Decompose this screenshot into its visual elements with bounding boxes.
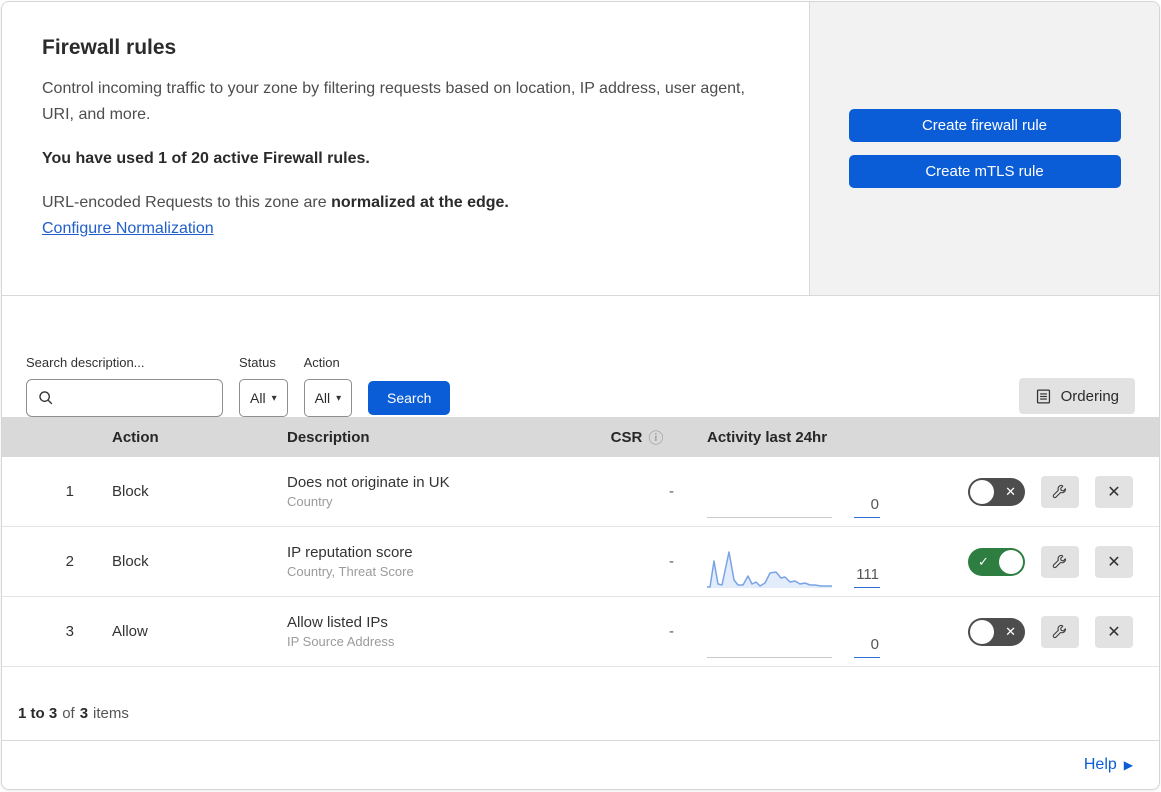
rule-controls: ✓ ✕: [922, 545, 1159, 578]
help-label: Help: [1083, 756, 1117, 773]
ordering-label: Ordering: [1060, 387, 1119, 405]
actions-panel: Create firewall rule Create mTLS rule: [809, 2, 1159, 295]
configure-rule-button[interactable]: [1041, 545, 1079, 578]
rule-csr-value: -: [669, 483, 674, 500]
status-value: All: [250, 390, 266, 406]
activity-sparkline-flat: [707, 480, 832, 518]
activity-count-link[interactable]: 0: [854, 636, 880, 658]
wrench-icon: [1052, 484, 1066, 498]
usage-summary: You have used 1 of 20 active Firewall ru…: [42, 149, 370, 167]
normalization-bold: normalized at the edge.: [331, 193, 509, 211]
rule-enabled-toggle[interactable]: ✕: [968, 617, 1025, 646]
rule-action: Block: [112, 483, 149, 500]
activity-count-link[interactable]: 0: [854, 496, 880, 518]
table-row: 2 Block IP reputation score Country, Thr…: [2, 527, 1159, 597]
close-icon: ✕: [1107, 623, 1121, 641]
rule-priority: 1: [65, 483, 74, 500]
rule-csr-value: -: [669, 623, 674, 640]
column-description: Description: [287, 428, 370, 446]
delete-rule-button[interactable]: ✕: [1095, 615, 1133, 648]
ordering-button[interactable]: Ordering: [1018, 378, 1135, 414]
status-dropdown[interactable]: All ▾: [239, 379, 288, 417]
column-activity: Activity last 24hr: [707, 428, 828, 446]
rule-description: Allow listed IPs: [287, 614, 388, 631]
rule-fields: Country: [287, 494, 333, 509]
toggle-knob: [970, 479, 994, 504]
items-label: items: [93, 705, 129, 722]
rule-priority: 3: [65, 623, 74, 640]
configure-normalization-link[interactable]: Configure Normalization: [42, 220, 214, 237]
action-value: All: [314, 390, 331, 406]
items-total: 3: [79, 705, 89, 722]
arrow-right-icon: ▶: [1123, 758, 1133, 772]
wrench-icon: [1052, 624, 1066, 638]
create-mtls-rule-button[interactable]: Create mTLS rule: [848, 155, 1121, 188]
search-button[interactable]: Search: [368, 381, 451, 415]
help-link[interactable]: Help ▶: [1084, 756, 1133, 774]
page-description: Control incoming traffic to your zone by…: [42, 80, 745, 123]
rule-description: IP reputation score: [287, 544, 413, 561]
status-label: Status: [239, 355, 276, 370]
toggle-knob: [999, 549, 1023, 574]
close-icon: ✕: [1107, 553, 1121, 571]
rule-enabled-toggle[interactable]: ✕: [968, 477, 1025, 506]
delete-rule-button[interactable]: ✕: [1095, 475, 1133, 508]
header-text-block: Firewall rules Control incoming traffic …: [2, 2, 809, 295]
table-row: 1 Block Does not originate in UK Country…: [2, 457, 1159, 527]
pagination-summary: 1 to 3 of 3 items: [2, 667, 1159, 741]
search-icon: [39, 391, 53, 405]
x-icon: ✕: [1005, 483, 1016, 499]
action-dropdown[interactable]: All ▾: [303, 379, 353, 417]
configure-rule-button[interactable]: [1041, 475, 1079, 508]
create-firewall-rule-button[interactable]: Create firewall rule: [848, 109, 1121, 142]
page-header: Firewall rules Control incoming traffic …: [2, 2, 1159, 296]
configure-rule-button[interactable]: [1041, 615, 1079, 648]
help-bar: Help ▶: [2, 741, 1159, 789]
close-icon: ✕: [1107, 483, 1121, 501]
table-row: 3 Allow Allow listed IPs IP Source Addre…: [2, 597, 1159, 667]
activity-sparkline: [707, 550, 832, 588]
rule-activity-cell: 0: [692, 606, 922, 658]
rule-fields: IP Source Address: [287, 634, 395, 649]
rule-enabled-toggle[interactable]: ✓: [968, 547, 1025, 576]
items-range: 1 to 3: [18, 705, 58, 722]
search-input[interactable]: [26, 379, 223, 417]
rule-description-cell: IP reputation score Country, Threat Scor…: [262, 544, 582, 579]
normalization-note: URL-encoded Requests to this zone are no…: [42, 194, 769, 212]
x-icon: ✕: [1005, 623, 1016, 639]
list-icon: [1036, 388, 1050, 404]
search-label: Search description...: [26, 355, 145, 370]
rule-fields: Country, Threat Score: [287, 564, 414, 579]
chevron-down-icon: ▾: [271, 392, 277, 404]
chevron-down-icon: ▾: [336, 392, 342, 404]
action-label: Action: [303, 355, 340, 370]
rule-activity-cell: 111: [692, 536, 922, 588]
rule-description: Does not originate in UK: [287, 474, 450, 491]
rule-action: Allow: [112, 623, 148, 640]
rule-controls: ✕ ✕: [922, 475, 1159, 508]
info-icon[interactable]: ⓘ: [648, 427, 663, 448]
table-header: Action Description CSR ⓘ Activity last 2…: [2, 417, 1159, 457]
rule-description-cell: Allow listed IPs IP Source Address: [262, 614, 582, 649]
delete-rule-button[interactable]: ✕: [1095, 545, 1133, 578]
activity-count-link[interactable]: 111: [854, 566, 880, 588]
rule-activity-cell: 0: [692, 466, 922, 518]
rule-controls: ✕ ✕: [922, 615, 1159, 648]
rule-action: Block: [112, 553, 149, 570]
wrench-icon: [1052, 554, 1066, 568]
search-text-input[interactable]: [55, 390, 212, 406]
normalization-text: URL-encoded Requests to this zone are: [42, 193, 332, 211]
items-of: of: [62, 705, 75, 722]
column-csr: CSR ⓘ: [610, 427, 664, 448]
toggle-knob: [970, 619, 994, 644]
page-title: Firewall rules: [42, 36, 177, 59]
column-action: Action: [112, 428, 159, 446]
check-icon: ✓: [978, 553, 989, 569]
filter-bar: Search description... Status All ▾ Actio…: [2, 296, 1159, 417]
rule-description-cell: Does not originate in UK Country: [262, 474, 582, 509]
activity-sparkline-flat: [707, 620, 832, 658]
rule-csr-value: -: [669, 553, 674, 570]
firewall-rules-card: Firewall rules Control incoming traffic …: [1, 1, 1160, 790]
rule-priority: 2: [65, 553, 74, 570]
